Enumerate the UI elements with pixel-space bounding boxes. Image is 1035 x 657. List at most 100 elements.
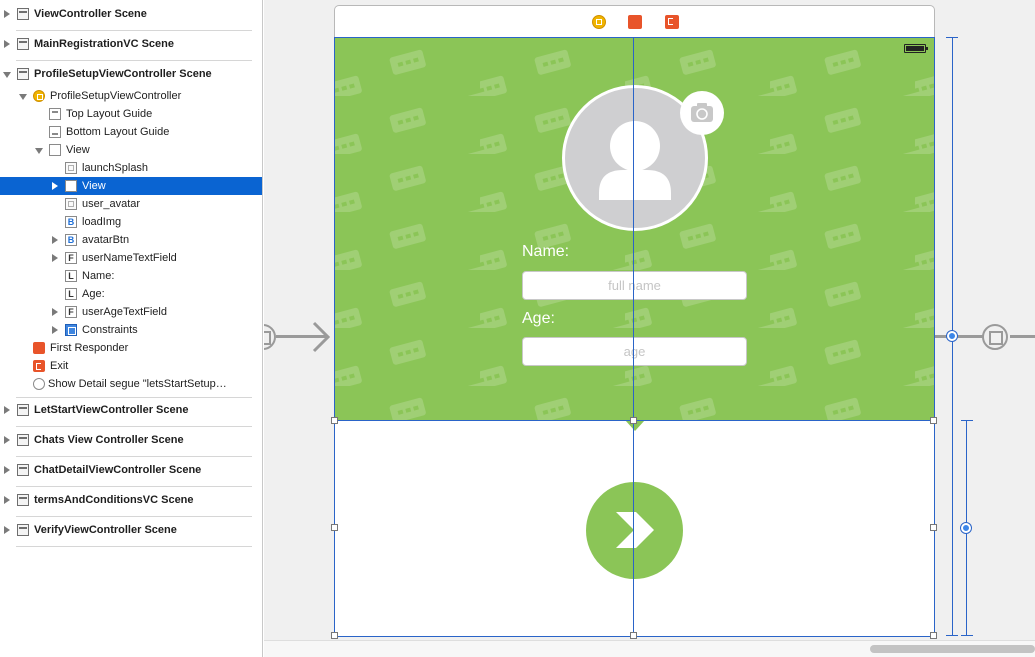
age-label: Age:	[522, 310, 555, 327]
outline-row-label: Name:	[82, 270, 115, 282]
outline-row-label: ProfileSetupViewController Scene	[34, 68, 212, 80]
disclosure-triangle-icon[interactable]	[4, 526, 10, 534]
outline-row-useragetextfield[interactable]: F userAgeTextField	[0, 303, 262, 321]
horizontal-scrollbar[interactable]	[264, 640, 1035, 657]
outgoing-segue-line[interactable]	[1010, 335, 1035, 338]
outline-row-viewcontroller-scene[interactable]: ViewController Scene	[0, 5, 262, 23]
scene-icon	[17, 464, 29, 476]
outline-row-label: View	[66, 144, 90, 156]
first-responder-cube-icon	[33, 342, 45, 354]
outline-row-constraints[interactable]: Constraints	[0, 321, 262, 339]
disclosure-triangle-icon[interactable]	[35, 148, 43, 154]
text-field-icon: F	[65, 306, 77, 318]
document-outline: ViewController Scene MainRegistrationVC …	[0, 0, 263, 657]
disclosure-triangle-icon[interactable]	[4, 40, 10, 48]
disclosure-triangle-icon[interactable]	[52, 182, 58, 190]
outline-row-loadimg[interactable]: B loadImg	[0, 213, 262, 231]
outline-row-subview-selected[interactable]: View	[0, 177, 262, 195]
outline-row-label: userNameTextField	[82, 252, 177, 264]
scene-icon	[17, 38, 29, 50]
disclosure-triangle-icon[interactable]	[3, 72, 11, 78]
resize-handle[interactable]	[331, 524, 338, 531]
storyboard-canvas[interactable]: Name: full name Age: age	[264, 0, 1035, 657]
scrollbar-thumb[interactable]	[870, 645, 1035, 653]
outline-row-letstart-scene[interactable]: LetStartViewController Scene	[0, 401, 262, 419]
outline-row-first-responder[interactable]: First Responder	[0, 339, 262, 357]
layout-guide-icon	[49, 108, 61, 120]
resize-handle[interactable]	[331, 417, 338, 424]
outline-row-label: Constraints	[82, 324, 138, 336]
outline-row-chats-scene[interactable]: Chats View Controller Scene	[0, 431, 262, 449]
outline-row-top-layout-guide[interactable]: Top Layout Guide	[0, 105, 262, 123]
avatar-button[interactable]	[680, 91, 724, 135]
outline-row-age-label[interactable]: L Age:	[0, 285, 262, 303]
resize-handle[interactable]	[930, 632, 937, 639]
outline-row-launchsplash[interactable]: launchSplash	[0, 159, 262, 177]
outline-row-profilesetup-scene[interactable]: ProfileSetupViewController Scene	[0, 65, 262, 83]
outline-separator	[16, 546, 252, 547]
exit-dock-icon[interactable]	[665, 15, 679, 29]
outline-row-usernametextfield[interactable]: F userNameTextField	[0, 249, 262, 267]
outline-row-label: Show Detail segue "letsStartSetup…	[48, 378, 227, 390]
disclosure-triangle-icon[interactable]	[4, 466, 10, 474]
constraint-equal-badge[interactable]	[961, 523, 971, 533]
disclosure-triangle-icon[interactable]	[4, 496, 10, 504]
outline-row-label: LetStartViewController Scene	[34, 404, 189, 416]
camera-switch-icon	[691, 103, 713, 122]
outline-row-label: View	[82, 180, 106, 192]
outline-row-label: loadImg	[82, 216, 122, 228]
next-button[interactable]	[586, 482, 683, 579]
disclosure-triangle-icon[interactable]	[52, 236, 58, 244]
outline-row-profilesetup-vc[interactable]: ProfileSetupViewController	[0, 87, 262, 105]
interface-builder-window: ViewController Scene MainRegistrationVC …	[0, 0, 1035, 657]
outline-row-name-label[interactable]: L Name:	[0, 267, 262, 285]
outline-row-view[interactable]: View	[0, 141, 262, 159]
outline-row-chatdetail-scene[interactable]: ChatDetailViewController Scene	[0, 461, 262, 479]
disclosure-triangle-icon[interactable]	[52, 308, 58, 316]
outline-row-label: ChatDetailViewController Scene	[34, 464, 202, 476]
resize-handle[interactable]	[331, 632, 338, 639]
outline-row-bottom-layout-guide[interactable]: Bottom Layout Guide	[0, 123, 262, 141]
name-label: Name:	[522, 243, 570, 260]
disclosure-triangle-icon[interactable]	[4, 406, 10, 414]
constraint-equal-badge[interactable]	[947, 331, 957, 341]
resize-handle[interactable]	[630, 632, 637, 639]
outline-row-segue[interactable]: Show Detail segue "letsStartSetup…	[0, 375, 262, 393]
disclosure-triangle-icon[interactable]	[19, 94, 27, 100]
user-name-text-field[interactable]: full name	[522, 271, 747, 300]
first-responder-dock-icon[interactable]	[628, 15, 642, 29]
outline-row-label: MainRegistrationVC Scene	[34, 38, 174, 50]
incoming-segue-node-icon[interactable]	[264, 324, 276, 350]
outline-row-exit[interactable]: Exit	[0, 357, 262, 375]
outline-row-label: Chats View Controller Scene	[34, 434, 184, 446]
view-controller-screen[interactable]: Name: full name Age: age	[334, 37, 935, 637]
outgoing-segue-node-icon[interactable]	[982, 324, 1008, 350]
outline-row-mainregistration-scene[interactable]: MainRegistrationVC Scene	[0, 35, 262, 53]
outline-row-label: user_avatar	[82, 198, 141, 210]
constraint-cap	[961, 420, 973, 421]
image-view-icon	[65, 162, 77, 174]
view-controller-dock-icon[interactable]	[592, 15, 606, 29]
user-age-text-field[interactable]: age	[522, 337, 747, 366]
constraint-cap	[961, 635, 973, 636]
disclosure-triangle-icon[interactable]	[4, 10, 10, 18]
outline-row-avatarbtn[interactable]: B avatarBtn	[0, 231, 262, 249]
outline-row-label: Exit	[50, 360, 69, 372]
disclosure-triangle-icon[interactable]	[4, 436, 10, 444]
resize-handle[interactable]	[930, 524, 937, 531]
outline-row-user-avatar[interactable]: user_avatar	[0, 195, 262, 213]
outline-row-terms-scene[interactable]: termsAndConditionsVC Scene	[0, 491, 262, 509]
outline-row-verify-scene[interactable]: VerifyViewController Scene	[0, 521, 262, 539]
resize-handle[interactable]	[930, 417, 937, 424]
disclosure-triangle-icon[interactable]	[52, 326, 58, 334]
label-icon: L	[65, 270, 77, 282]
outline-separator	[16, 516, 252, 517]
text-field-icon: F	[65, 252, 77, 264]
resize-handle[interactable]	[630, 417, 637, 424]
battery-icon	[904, 44, 928, 53]
outline-separator	[16, 486, 252, 487]
outline-row-label: Bottom Layout Guide	[66, 126, 170, 138]
outgoing-segue-line[interactable]	[935, 335, 983, 338]
disclosure-triangle-icon[interactable]	[52, 254, 58, 262]
scene-icon	[17, 524, 29, 536]
